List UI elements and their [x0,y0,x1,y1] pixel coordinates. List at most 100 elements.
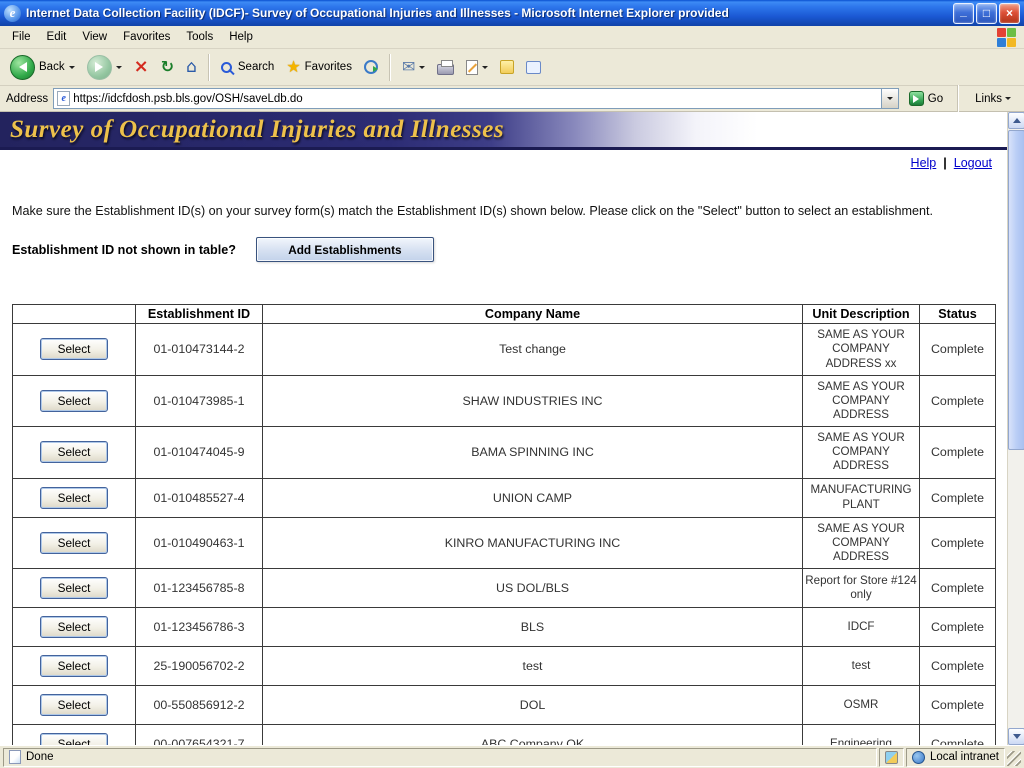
ie-logo-icon: e [4,5,21,22]
zone-badge-pane [879,748,904,767]
back-button[interactable]: Back [5,52,80,83]
discuss-button[interactable] [521,58,546,77]
logout-link[interactable]: Logout [954,156,992,170]
back-dropdown-icon [69,66,75,69]
messenger-icon [500,60,514,74]
establishment-id-cell: 01-010473985-1 [136,375,263,426]
unit-description-cell: SAME AS YOUR COMPANY ADDRESS [803,375,920,426]
status-pane: Done [3,748,877,767]
maximize-button[interactable]: □ [976,3,997,24]
select-button[interactable]: Select [40,616,108,638]
toolbar-separator [389,54,391,81]
go-button[interactable]: Go [904,89,948,108]
address-label: Address [6,93,48,105]
favorites-button[interactable]: ★ Favorites [281,56,357,78]
header-establishment-id: Establishment ID [136,305,263,324]
establishment-id-cell: 01-010474045-9 [136,427,263,478]
print-button[interactable] [432,57,459,78]
select-button[interactable]: Select [40,655,108,677]
unit-description-cell: OSMR [803,685,920,724]
select-button[interactable]: Select [40,487,108,509]
header-company-name: Company Name [263,305,803,324]
status-cell: Complete [920,517,996,568]
main-content: Make sure the Establishment ID(s) on you… [0,202,1024,745]
resize-grip[interactable] [1007,751,1021,766]
select-button[interactable]: Select [40,694,108,716]
select-button[interactable]: Select [40,338,108,360]
page-content: Survey of Occupational Injuries and Illn… [0,112,1024,745]
company-name-cell: SHAW INDUSTRIES INC [263,375,803,426]
unit-description-cell: IDCF [803,607,920,646]
menu-view[interactable]: View [74,28,115,46]
status-cell: Complete [920,685,996,724]
status-cell: Complete [920,375,996,426]
minimize-button[interactable]: _ [953,3,974,24]
select-button[interactable]: Select [40,577,108,599]
search-button[interactable]: Search [216,58,279,76]
table-row: Select 01-010473144-2 Test change SAME A… [13,324,996,375]
address-bar: Address e Go Links [0,86,1024,112]
address-dropdown-button[interactable] [881,89,898,108]
zone-text: Local intranet [930,751,999,763]
menu-tools[interactable]: Tools [178,28,221,46]
menu-edit[interactable]: Edit [39,28,75,46]
scrollbar-thumb[interactable] [1008,130,1024,450]
establishment-id-cell: 00-550856912-2 [136,685,263,724]
edit-button[interactable] [461,57,493,78]
search-icon [221,62,232,73]
windows-logo-icon [997,28,1016,47]
stop-button[interactable]: × [129,55,154,79]
address-input[interactable] [73,90,881,107]
menu-help[interactable]: Help [221,28,261,46]
menu-file[interactable]: File [4,28,39,46]
links-button[interactable]: Links [968,91,1018,107]
edit-dropdown-icon [482,66,488,69]
scroll-up-button[interactable] [1008,112,1024,129]
go-arrow-icon [909,91,924,106]
company-name-cell: DOL [263,685,803,724]
scroll-up-icon [1013,118,1021,123]
company-name-cell: ABC Company OK [263,724,803,745]
home-button[interactable]: ⌂ [181,56,202,79]
select-button[interactable]: Select [40,733,108,745]
messenger-button[interactable] [495,57,519,77]
links-chevron-icon [1005,97,1011,100]
select-button[interactable]: Select [40,441,108,463]
select-button[interactable]: Select [40,532,108,554]
menu-bar: File Edit View Favorites Tools Help [0,26,1024,49]
history-button[interactable] [359,57,383,77]
address-input-box: e [53,88,899,109]
unit-description-cell: SAME AS YOUR COMPANY ADDRESS [803,517,920,568]
establishment-id-cell: 01-010485527-4 [136,478,263,517]
establishment-id-cell: 01-010490463-1 [136,517,263,568]
status-cell: Complete [920,607,996,646]
forward-button[interactable] [82,52,127,83]
mail-icon: ✉ [402,59,415,75]
table-row: Select 25-190056702-2 test test Complete [13,646,996,685]
mail-button[interactable]: ✉ [397,56,430,78]
page-icon: e [57,91,70,106]
scroll-down-button[interactable] [1008,728,1024,745]
refresh-button[interactable]: ↻ [156,56,179,78]
help-link[interactable]: Help [911,156,937,170]
company-name-cell: test [263,646,803,685]
add-establishments-button[interactable]: Add Establishments [256,237,434,262]
title-bar: e Internet Data Collection Facility (IDC… [0,0,1024,26]
table-header-row: Establishment ID Company Name Unit Descr… [13,305,996,324]
select-button[interactable]: Select [40,390,108,412]
establishments-table: Establishment ID Company Name Unit Descr… [12,304,996,745]
vertical-scrollbar[interactable] [1007,112,1024,745]
mail-dropdown-icon [419,66,425,69]
forward-icon [87,55,112,80]
header-status: Status [920,305,996,324]
status-cell: Complete [920,324,996,375]
status-cell: Complete [920,568,996,607]
unit-description-cell: Engineering [803,724,920,745]
window-controls: _ □ × [953,3,1020,24]
company-name-cell: US DOL/BLS [263,568,803,607]
close-button[interactable]: × [999,3,1020,24]
addressbar-separator [957,85,959,112]
status-cell: Complete [920,646,996,685]
table-row: Select 01-123456785-8 US DOL/BLS Report … [13,568,996,607]
menu-favorites[interactable]: Favorites [115,28,178,46]
